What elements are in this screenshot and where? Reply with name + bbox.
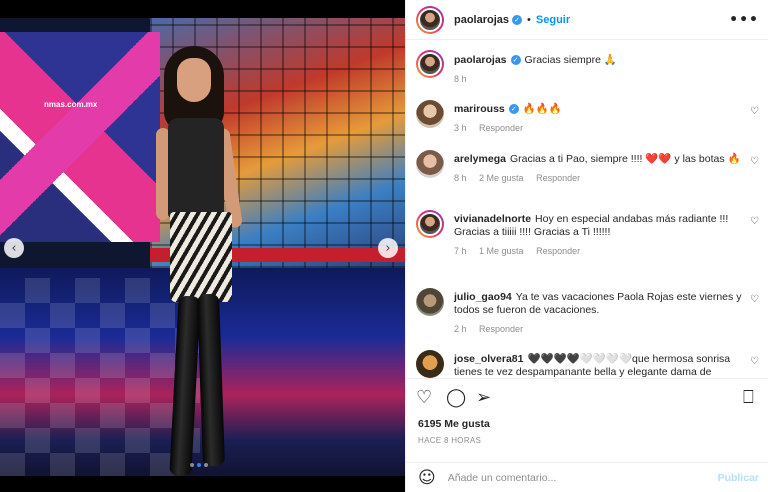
- avatar[interactable]: [416, 288, 444, 316]
- comment-username[interactable]: arelymega: [454, 153, 506, 165]
- caption: paolarojas ✓ Gracias siempre 🙏 8 h: [416, 50, 761, 86]
- comment-likes[interactable]: 2 Me gusta: [479, 173, 524, 183]
- post-header: paolarojas ✓ • Seguir •••: [406, 0, 768, 40]
- comment-likes[interactable]: 1 Me gusta: [479, 246, 524, 256]
- follow-button[interactable]: Seguir: [536, 14, 570, 26]
- comment-time: 8 h: [454, 173, 467, 183]
- header-separator: •: [527, 13, 531, 26]
- post-media[interactable]: nmas.com.mx ‹ ›: [0, 0, 405, 492]
- presenter-figure: [140, 46, 260, 476]
- heart-icon[interactable]: ♡: [750, 356, 759, 367]
- heart-icon[interactable]: ♡: [750, 216, 759, 227]
- publish-button[interactable]: Publicar: [718, 472, 759, 484]
- avatar[interactable]: [416, 150, 444, 178]
- comment-text: 🔥🔥🔥: [522, 103, 563, 115]
- heart-icon[interactable]: ♡: [750, 156, 759, 167]
- carousel-dots: [190, 463, 208, 467]
- add-comment-bar: ☺ Publicar: [406, 462, 768, 492]
- reply-button[interactable]: Responder: [479, 123, 523, 133]
- comment-time: 7 h: [454, 246, 467, 256]
- comments-list[interactable]: paolarojas ✓ Gracias siempre 🙏 8 h marirou…: [406, 40, 768, 378]
- heart-icon[interactable]: ♡: [416, 388, 432, 408]
- post-panel: paolarojas ✓ • Seguir ••• paolarojas ✓ Gra…: [405, 0, 768, 492]
- avatar[interactable]: [416, 350, 444, 378]
- comment-item: jose_olvera81 🖤🖤🖤🖤🤍🤍🤍🤍que hermosa sonrisa…: [416, 350, 761, 378]
- comment-input[interactable]: [447, 471, 698, 484]
- comment-item: julio_gao94 Ya te vas vacaciones Paola Ro…: [416, 288, 761, 336]
- comment-username[interactable]: julio_gao94: [454, 291, 512, 303]
- heart-icon[interactable]: ♡: [750, 106, 759, 117]
- screen-text: nmas.com.mx: [44, 100, 98, 109]
- comment-username[interactable]: jose_olvera81: [454, 353, 523, 365]
- heart-icon[interactable]: ♡: [750, 294, 759, 305]
- avatar[interactable]: [416, 5, 444, 34]
- likes-count[interactable]: 6195 Me gusta: [418, 418, 490, 430]
- action-bar: ♡ ◯ ➢ ⎕: [406, 378, 768, 418]
- comment-username[interactable]: vivianadelnorte: [454, 213, 531, 225]
- caption-time: 8 h: [454, 74, 467, 84]
- caption-text: Gracias siempre 🙏: [524, 54, 617, 66]
- avatar[interactable]: [416, 210, 444, 238]
- reply-button[interactable]: Responder: [536, 246, 580, 256]
- comment-item: vivianadelnorte Hoy en especial andabas m…: [416, 210, 761, 258]
- reply-button[interactable]: Responder: [536, 173, 580, 183]
- more-horizontal-icon[interactable]: •••: [729, 12, 759, 28]
- send-icon[interactable]: ➢: [476, 388, 491, 408]
- verified-icon: ✓: [508, 104, 519, 115]
- carousel-dot: [204, 463, 208, 467]
- chevron-right-icon[interactable]: ›: [378, 238, 398, 258]
- emoji-icon[interactable]: ☺: [418, 468, 436, 488]
- comment-icon[interactable]: ◯: [446, 388, 466, 408]
- verified-icon: ✓: [510, 55, 521, 66]
- comment-time: 3 h: [454, 123, 467, 133]
- comment-item: marirouss ✓ 🔥🔥🔥 3 h Responder ♡: [416, 100, 761, 135]
- comment-time: 2 h: [454, 324, 467, 334]
- post-time: HACE 8 HORAS: [418, 436, 482, 445]
- caption-username[interactable]: paolarojas: [454, 54, 507, 66]
- comment-item: arelymega Gracias a ti Pao, siempre !!!! …: [416, 150, 761, 185]
- comment-username[interactable]: marirouss: [454, 103, 505, 115]
- carousel-dot: [190, 463, 194, 467]
- avatar[interactable]: [416, 100, 444, 128]
- chevron-left-icon[interactable]: ‹: [4, 238, 24, 258]
- comment-text: Gracias a ti Pao, siempre !!!! ❤️❤️ y la…: [509, 153, 741, 165]
- post-photo: nmas.com.mx: [0, 18, 405, 476]
- studio-screen: nmas.com.mx: [0, 32, 160, 242]
- carousel-dot-active: [197, 463, 201, 467]
- avatar[interactable]: [416, 50, 444, 78]
- reply-button[interactable]: Responder: [479, 324, 523, 334]
- header-username[interactable]: paolarojas: [454, 14, 509, 26]
- verified-icon: ✓: [512, 14, 523, 25]
- bookmark-icon[interactable]: ⎕: [743, 388, 754, 408]
